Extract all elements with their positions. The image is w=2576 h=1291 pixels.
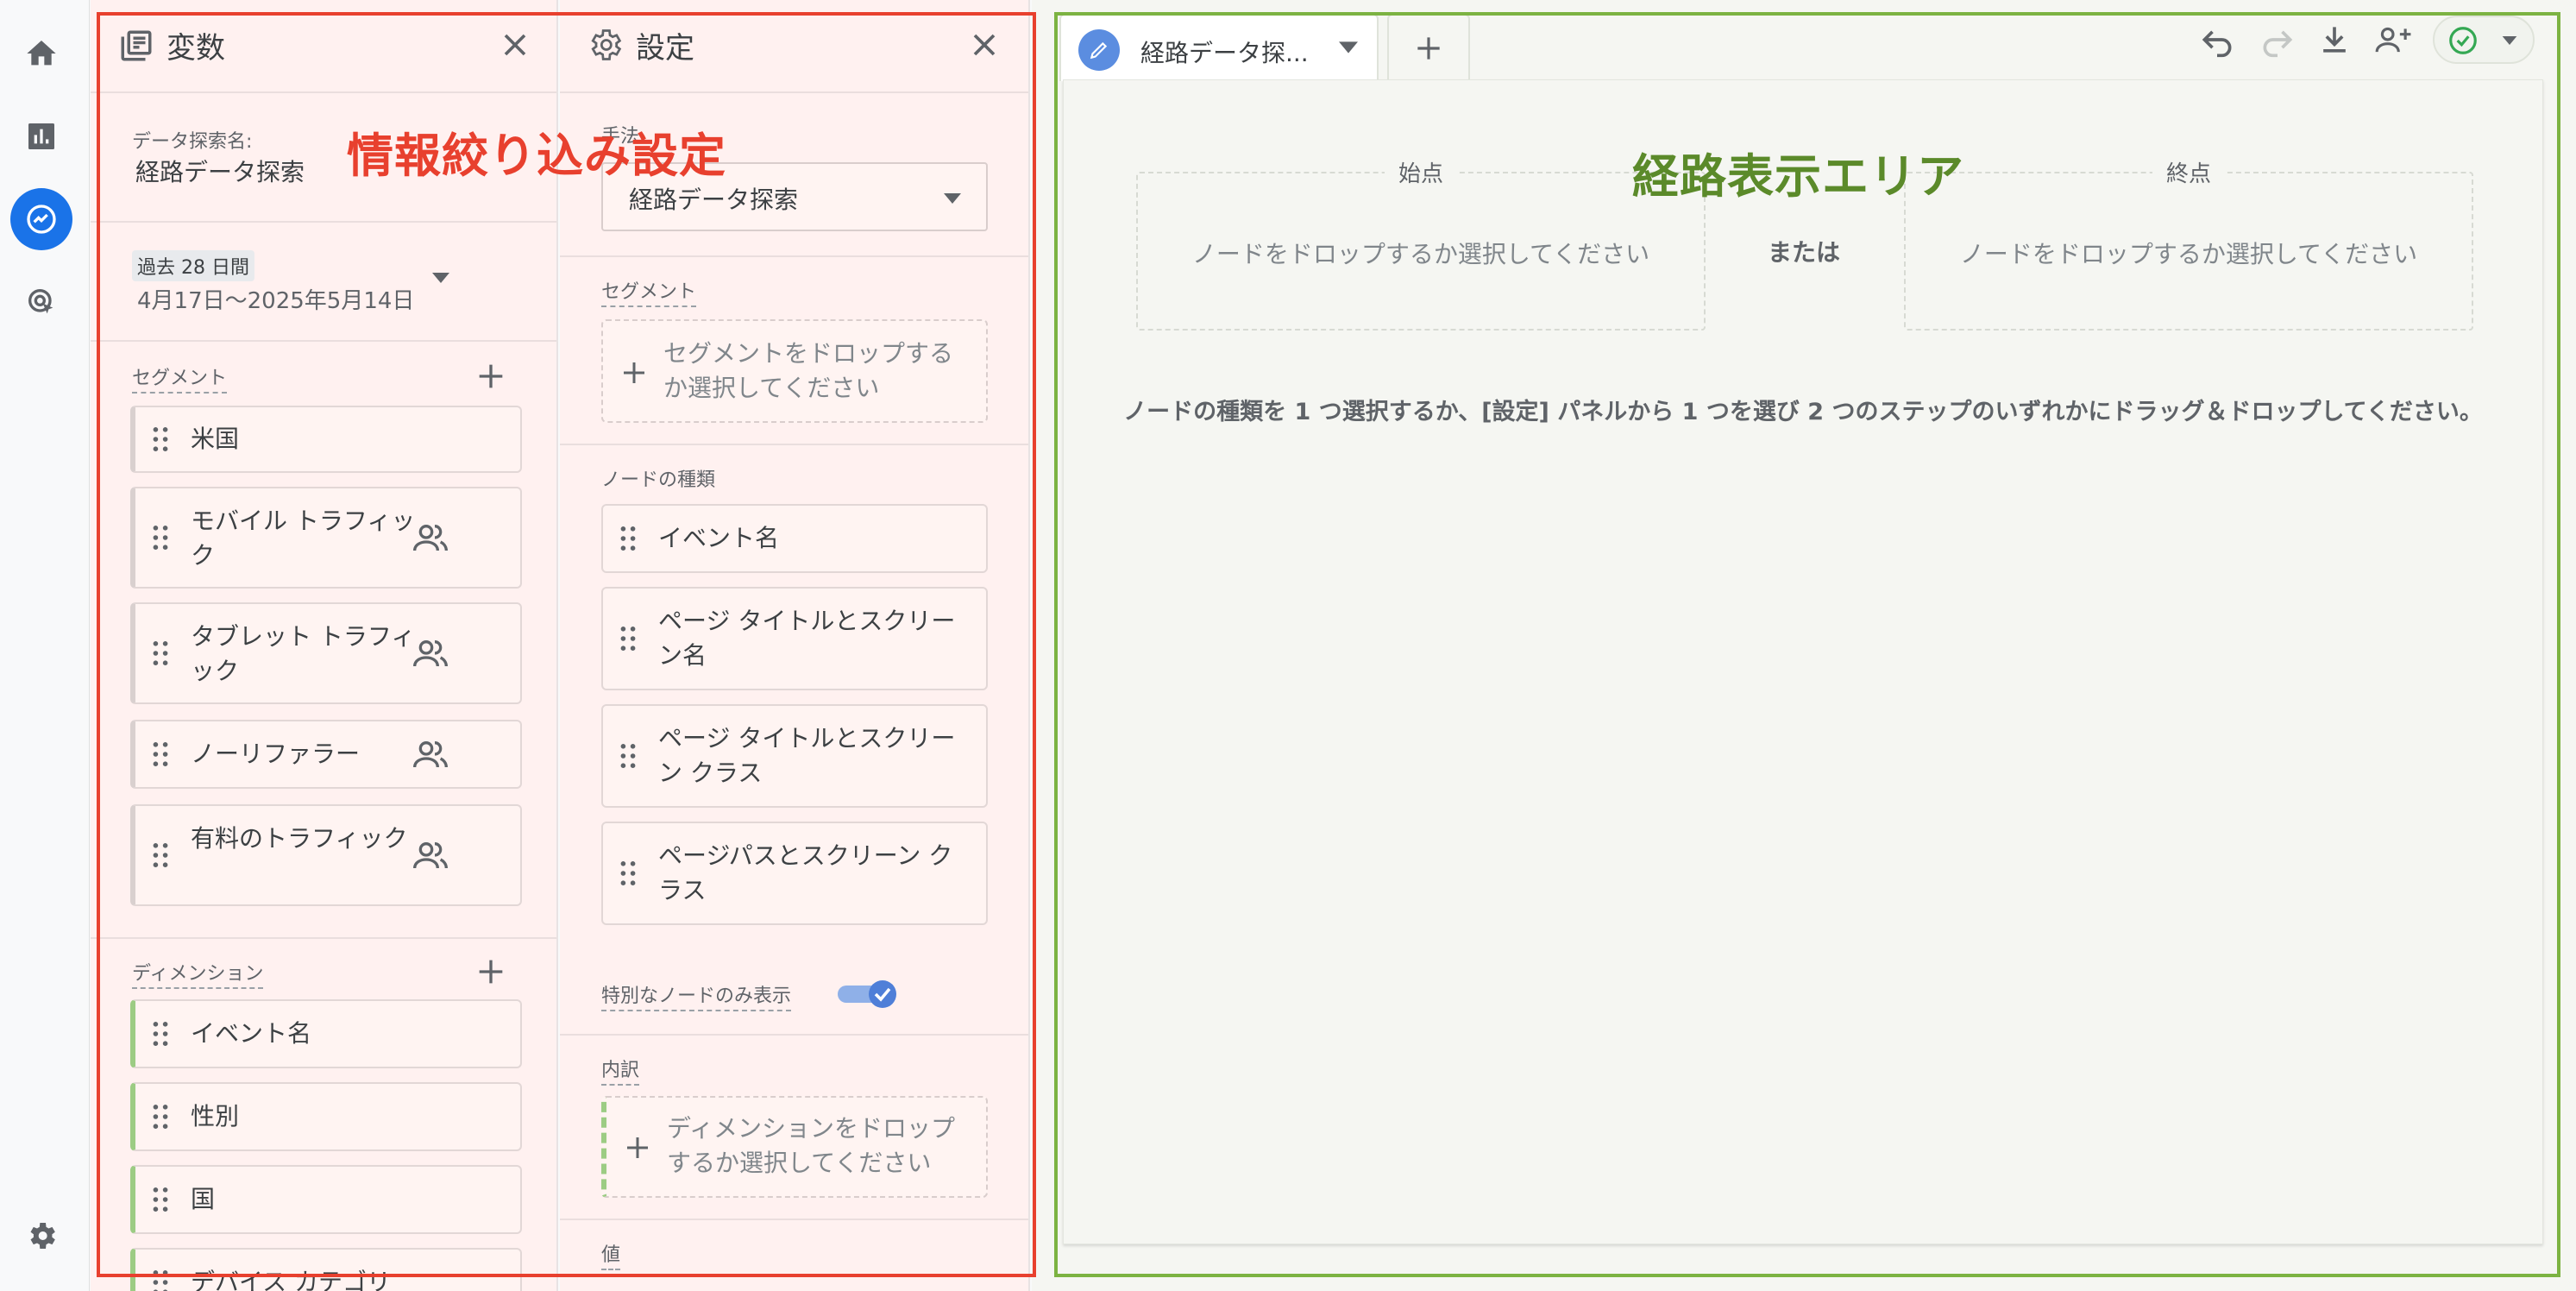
filter-settings-annotation-box [97, 12, 1036, 1277]
settings-icon [30, 1223, 55, 1249]
advertising-icon [28, 289, 53, 314]
app-root: 変数 データ探索名: 経路データ探索 過去 28 日間 4月17日〜2025年5… [0, 0, 2576, 1291]
advertising-nav-button[interactable] [10, 271, 72, 333]
home-nav-button[interactable] [10, 22, 72, 85]
home-icon [27, 41, 56, 66]
explore-nav-button[interactable] [10, 188, 72, 250]
path-area-annotation-label: 経路表示エリア [1632, 149, 1964, 204]
filter-settings-annotation-label: 情報絞り込み設定 [347, 129, 726, 183]
reports-nav-button[interactable] [10, 105, 72, 167]
reports-icon [28, 123, 54, 149]
left-nav-rail [0, 0, 90, 1291]
explore-icon [27, 205, 56, 234]
admin-settings-button[interactable] [10, 1205, 72, 1267]
